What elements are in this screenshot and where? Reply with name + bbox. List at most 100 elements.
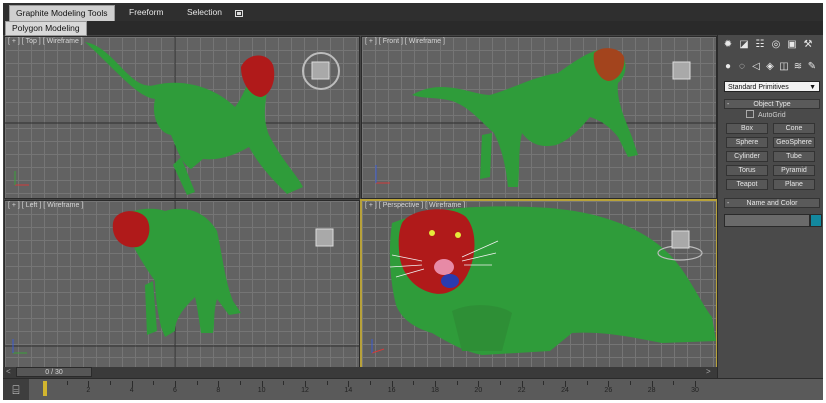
frame-number: 14 <box>344 387 353 394</box>
3dsmax-window: Graphite Modeling Tools Freeform Selecti… <box>3 3 823 400</box>
frame-number: 4 <box>129 387 134 394</box>
name-and-color-rollout[interactable]: - Name and Color <box>724 198 820 208</box>
name-and-color-title: Name and Color <box>746 200 798 207</box>
viewport-perspective[interactable]: [ + ] [ Perspective ] [ Wireframe ] <box>360 199 718 369</box>
sphere-button[interactable]: Sphere <box>726 137 768 148</box>
display-icon[interactable]: ▣ <box>786 38 798 50</box>
collapse-icon: - <box>727 101 730 108</box>
tab-selection[interactable]: Selection <box>181 5 228 20</box>
frame-number: 28 <box>647 387 656 394</box>
create-icon[interactable]: ✹ <box>722 38 734 50</box>
frame-tick <box>283 381 285 385</box>
frame-number: 10 <box>257 387 266 394</box>
frame-number: 2 <box>86 387 91 394</box>
lioness-head <box>112 211 150 248</box>
frame-tick <box>456 381 458 385</box>
frame-number: 22 <box>517 387 526 394</box>
object-name-field[interactable] <box>724 214 810 227</box>
viewport-top[interactable]: [ + ] [ Top ] [ Wireframe ] <box>4 36 360 199</box>
viewport-front[interactable]: [ + ] [ Front ] [ Wireframe ] <box>361 36 717 199</box>
left-view-scene <box>5 201 359 367</box>
box-button[interactable]: Box <box>726 123 768 134</box>
ribbon-tab-bar: Graphite Modeling Tools Freeform Selecti… <box>3 3 823 22</box>
toggle-ribbon-icon[interactable] <box>235 7 243 17</box>
track-bar[interactable]: ⌸ 2 4 6 8 10 12 14 16 18 20 22 24 26 28 30 <box>3 378 823 400</box>
frame-number: 20 <box>474 387 483 394</box>
cone-button[interactable]: Cone <box>773 123 815 134</box>
shapes-icon[interactable]: ◌ <box>736 60 748 72</box>
lioness-leg <box>452 305 512 351</box>
viewcube[interactable] <box>315 228 334 247</box>
tube-button[interactable]: Tube <box>773 151 815 162</box>
cameras-icon[interactable]: ◈ <box>764 60 776 72</box>
command-panel: ✹ ◪ ☷ ◎ ▣ ⚒ ● ◌ ◁ ◈ ◫ ≋ ✎ Standard Primi… <box>717 35 823 378</box>
viewcube[interactable] <box>311 61 330 80</box>
frame-tick <box>586 381 588 385</box>
front-view-scene <box>362 48 716 187</box>
modify-icon[interactable]: ◪ <box>738 38 750 50</box>
time-cursor[interactable] <box>43 381 47 396</box>
object-type-rollout[interactable]: - Object Type <box>724 99 820 109</box>
frame-tick <box>413 381 415 385</box>
systems-icon[interactable]: ✎ <box>806 60 818 72</box>
teapot-button[interactable]: Teapot <box>726 179 768 190</box>
viewcube[interactable] <box>672 61 691 80</box>
frame-ruler[interactable]: 2 4 6 8 10 12 14 16 18 20 22 24 26 28 30 <box>33 379 717 400</box>
frame-tick <box>153 381 155 385</box>
frame-tick <box>196 381 198 385</box>
frame-number: 6 <box>173 387 177 394</box>
frame-number: 26 <box>604 387 613 394</box>
frame-tick <box>110 381 111 385</box>
geometry-icon[interactable]: ● <box>722 60 734 72</box>
chevron-right-icon[interactable]: > <box>706 367 711 377</box>
chevron-down-icon: ▼ <box>809 84 816 91</box>
mini-curve-editor-icon[interactable]: ⌸ <box>3 379 29 400</box>
time-slider-thumb[interactable]: 0 / 30 <box>16 367 92 377</box>
object-type-title: Object Type <box>753 101 791 108</box>
helpers-icon[interactable]: ◫ <box>778 60 790 72</box>
geosphere-button[interactable]: GeoSphere <box>773 137 815 148</box>
frame-number: 16 <box>387 387 396 394</box>
top-view-scene <box>5 37 359 198</box>
object-color-swatch[interactable] <box>810 214 822 227</box>
collapse-icon: - <box>727 200 730 207</box>
perspective-view-scene <box>371 206 716 355</box>
autogrid-checkbox[interactable]: AutoGrid <box>746 110 786 119</box>
autogrid-label: AutoGrid <box>758 112 786 119</box>
utilities-icon[interactable]: ⚒ <box>802 38 814 50</box>
time-slider[interactable]: < 0 / 30 > <box>3 367 717 378</box>
checkbox-icon <box>746 110 754 118</box>
lights-icon[interactable]: ◁ <box>750 60 762 72</box>
frame-tick <box>240 381 241 385</box>
frame-tick <box>370 381 371 385</box>
frame-tick <box>673 381 675 385</box>
lioness-leg <box>480 133 492 179</box>
tab-polygon-modeling[interactable]: Polygon Modeling <box>5 21 87 36</box>
pyramid-button[interactable]: Pyramid <box>773 165 815 176</box>
frame-tick <box>66 381 68 385</box>
frame-tick <box>326 381 328 385</box>
viewport-left[interactable]: [ + ] [ Left ] [ Wireframe ] <box>4 200 360 368</box>
hierarchy-icon[interactable]: ☷ <box>754 38 766 50</box>
frame-number: 8 <box>216 387 221 394</box>
frame-number: 24 <box>561 387 569 394</box>
chevron-left-icon[interactable]: < <box>6 367 11 377</box>
frame-tick <box>500 381 501 385</box>
space-warps-icon[interactable]: ≋ <box>792 60 804 72</box>
plane-button[interactable]: Plane <box>773 179 815 190</box>
primitive-type-value: Standard Primitives <box>728 84 789 91</box>
frame-tick <box>543 381 545 385</box>
viewcube[interactable] <box>671 230 690 249</box>
frame-tick <box>630 381 631 385</box>
frame-number: 12 <box>301 387 309 394</box>
tab-freeform[interactable]: Freeform <box>123 5 169 20</box>
primitive-type-dropdown[interactable]: Standard Primitives ▼ <box>724 81 820 92</box>
frame-number: 18 <box>431 387 439 394</box>
lioness-leg <box>145 281 157 335</box>
ribbon-panel: Polygon Modeling <box>3 21 823 36</box>
motion-icon[interactable]: ◎ <box>770 38 782 50</box>
frame-number: 30 <box>691 387 699 394</box>
cylinder-button[interactable]: Cylinder <box>726 151 768 162</box>
torus-button[interactable]: Torus <box>726 165 768 176</box>
tab-graphite-modeling-tools[interactable]: Graphite Modeling Tools <box>9 5 115 21</box>
